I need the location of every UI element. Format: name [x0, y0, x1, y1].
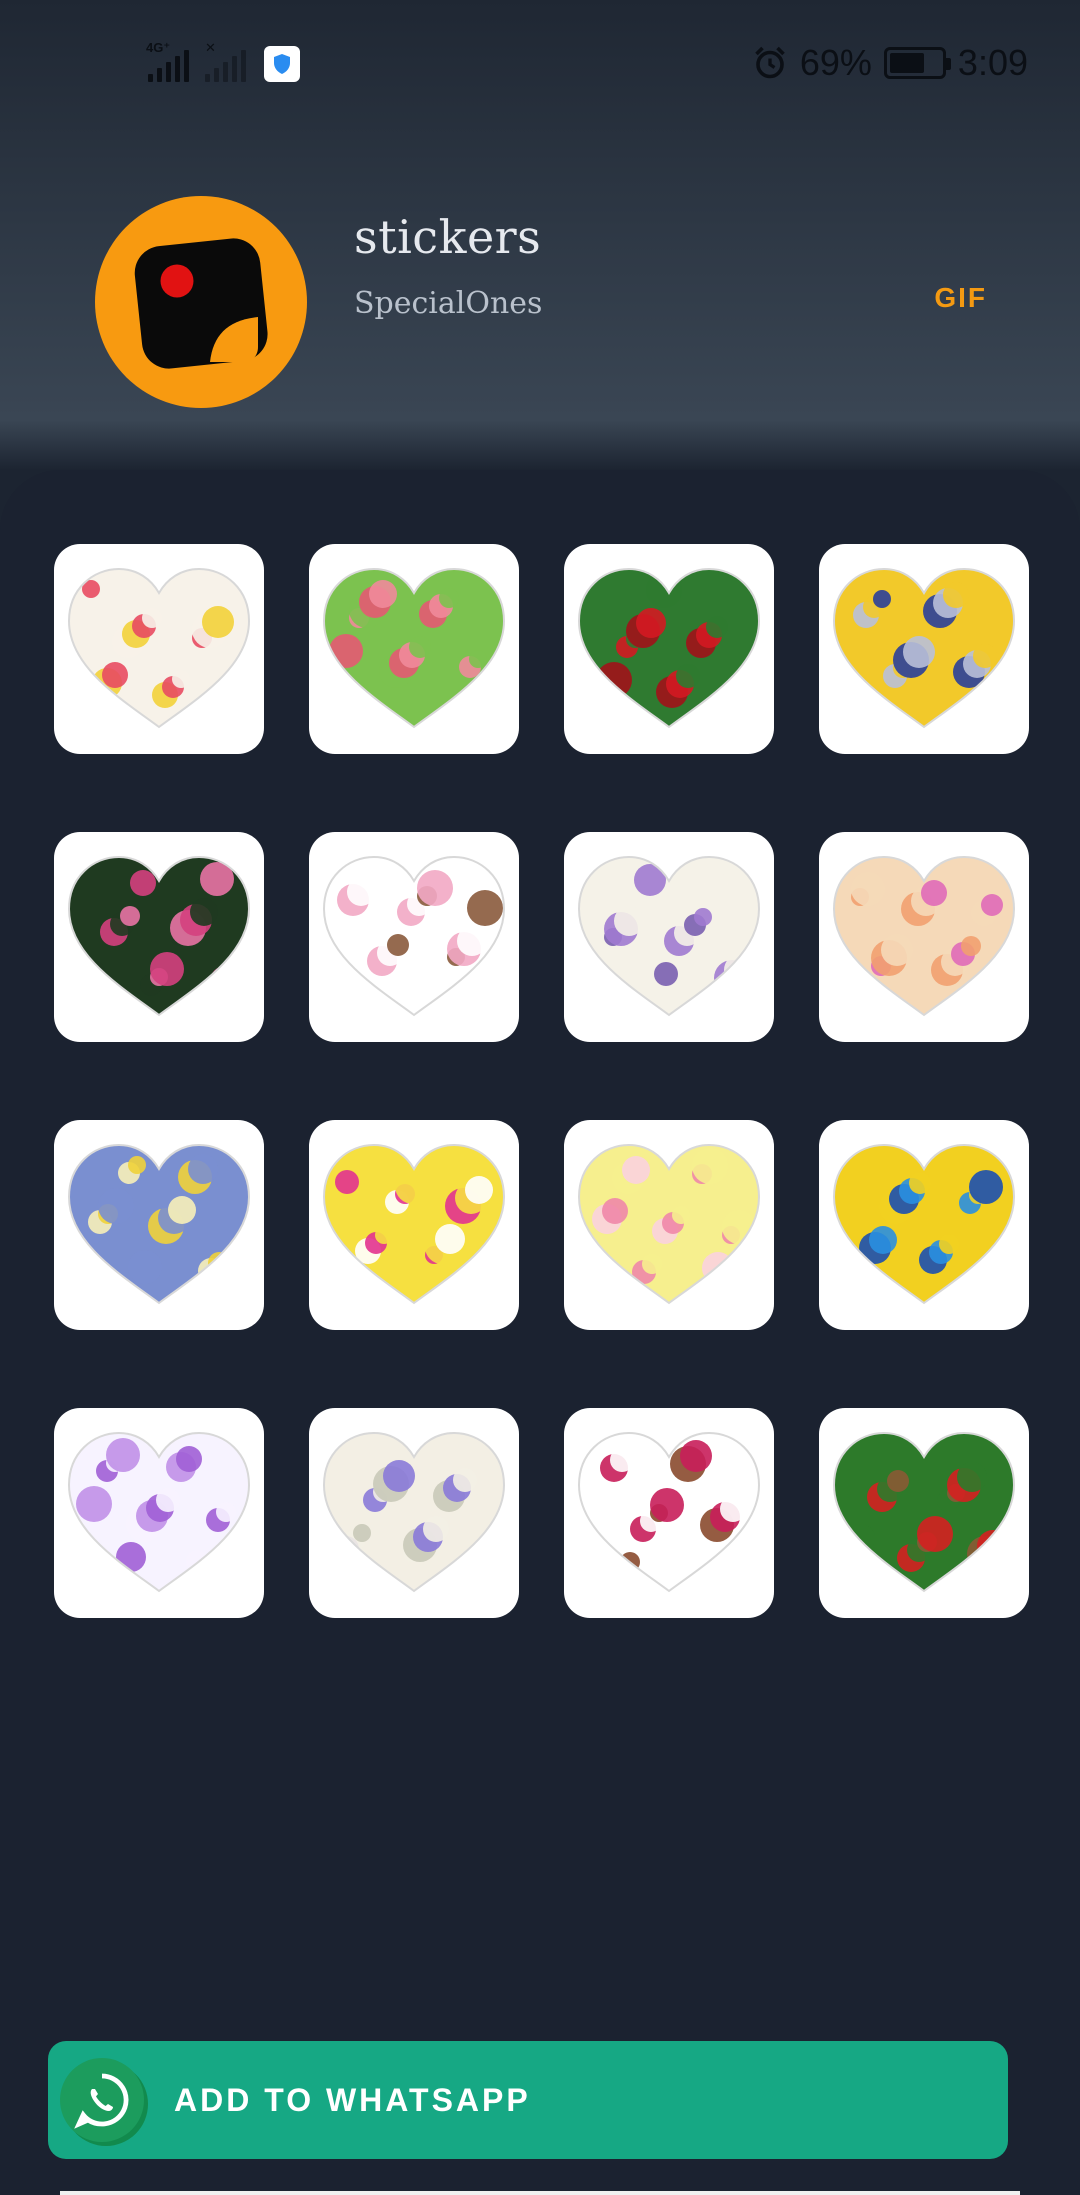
sticker-tile[interactable]	[819, 544, 1029, 754]
sticker-heart-pink-rose-image	[67, 855, 251, 1017]
sticker-heart-bunny-kisses-image	[67, 567, 251, 729]
sticker-heart-red-roses-image	[577, 567, 761, 729]
sticker-tile[interactable]	[819, 832, 1029, 1042]
sticker-heart-yellow-flowers-image	[67, 1143, 251, 1305]
sticker-heart-envelope-roses-image	[577, 1143, 761, 1305]
add-to-whatsapp-label: ADD TO WHATSAPP	[174, 2081, 531, 2118]
sticker-tile[interactable]	[564, 1408, 774, 1618]
status-right: 69% 3:09	[752, 42, 1028, 84]
gif-badge: GIF	[934, 282, 987, 313]
network-tag-1: 4G⁺	[146, 40, 171, 55]
add-to-whatsapp-button[interactable]: ADD TO WHATSAPP	[48, 2041, 1008, 2159]
status-bar: 4G⁺ ✕ 69% 3:09	[0, 0, 1080, 130]
sticker-tile[interactable]	[309, 544, 519, 754]
sticker-heart-purple-daisies-image	[577, 855, 761, 1017]
sticker-heart-blue-yellow-roses-image	[832, 1143, 1016, 1305]
sticker-heart-tulips-bouquet-image	[322, 1143, 506, 1305]
pack-author: SpecialOnes	[354, 286, 543, 321]
sticker-tile[interactable]	[54, 832, 264, 1042]
sticker-tile[interactable]	[564, 544, 774, 754]
gesture-bar	[60, 2191, 1020, 2195]
sticker-heart-bunny-magenta-roses-image	[577, 1431, 761, 1593]
sticker-heart-peach-flowers-image	[832, 855, 1016, 1017]
whatsapp-icon	[60, 2058, 144, 2142]
sticker-tile[interactable]	[564, 1120, 774, 1330]
pack-logo-icon	[134, 238, 268, 369]
pack-header: stickers SpecialOnes GIF	[95, 196, 1035, 408]
sticker-heart-purple-white-flowers-image	[67, 1431, 251, 1593]
sticker-tile[interactable]	[564, 832, 774, 1042]
sticker-heart-bunny-pink-bouquet-image	[322, 855, 506, 1017]
signal-2-icon: ✕	[205, 40, 246, 82]
sticker-tile[interactable]	[309, 1120, 519, 1330]
sticker-grid	[54, 544, 1029, 1618]
pack-title: stickers	[354, 210, 542, 264]
sticker-pack-screen: 4G⁺ ✕ 69% 3:09 stickers SpecialOnes GIF …	[0, 0, 1080, 2195]
sticker-sheet	[0, 470, 1080, 2195]
clock-time: 3:09	[957, 42, 1028, 83]
battery-percent: 69%	[799, 42, 872, 83]
signal-1-icon: 4G⁺	[146, 40, 189, 82]
alarm-icon	[755, 46, 785, 79]
sticker-tile[interactable]	[54, 544, 264, 754]
sticker-tile[interactable]	[309, 1408, 519, 1618]
sticker-heart-bear-red-roses-image	[832, 1431, 1016, 1593]
sticker-heart-blue-vase-yellow-image	[832, 567, 1016, 729]
sticker-tile[interactable]	[54, 1408, 264, 1618]
pack-tray-icon	[95, 196, 307, 408]
sticker-heart-pink-roses-image	[322, 567, 506, 729]
sticker-tile[interactable]	[819, 1120, 1029, 1330]
sticker-tile[interactable]	[54, 1120, 264, 1330]
sticker-heart-asters-white-roses-image	[322, 1431, 506, 1593]
network-tag-2: ✕	[205, 40, 216, 55]
status-left: 4G⁺ ✕	[146, 40, 300, 82]
battery-icon	[883, 47, 951, 79]
sticker-tile[interactable]	[819, 1408, 1029, 1618]
sticker-tile[interactable]	[309, 832, 519, 1042]
security-shield-icon	[264, 46, 300, 82]
